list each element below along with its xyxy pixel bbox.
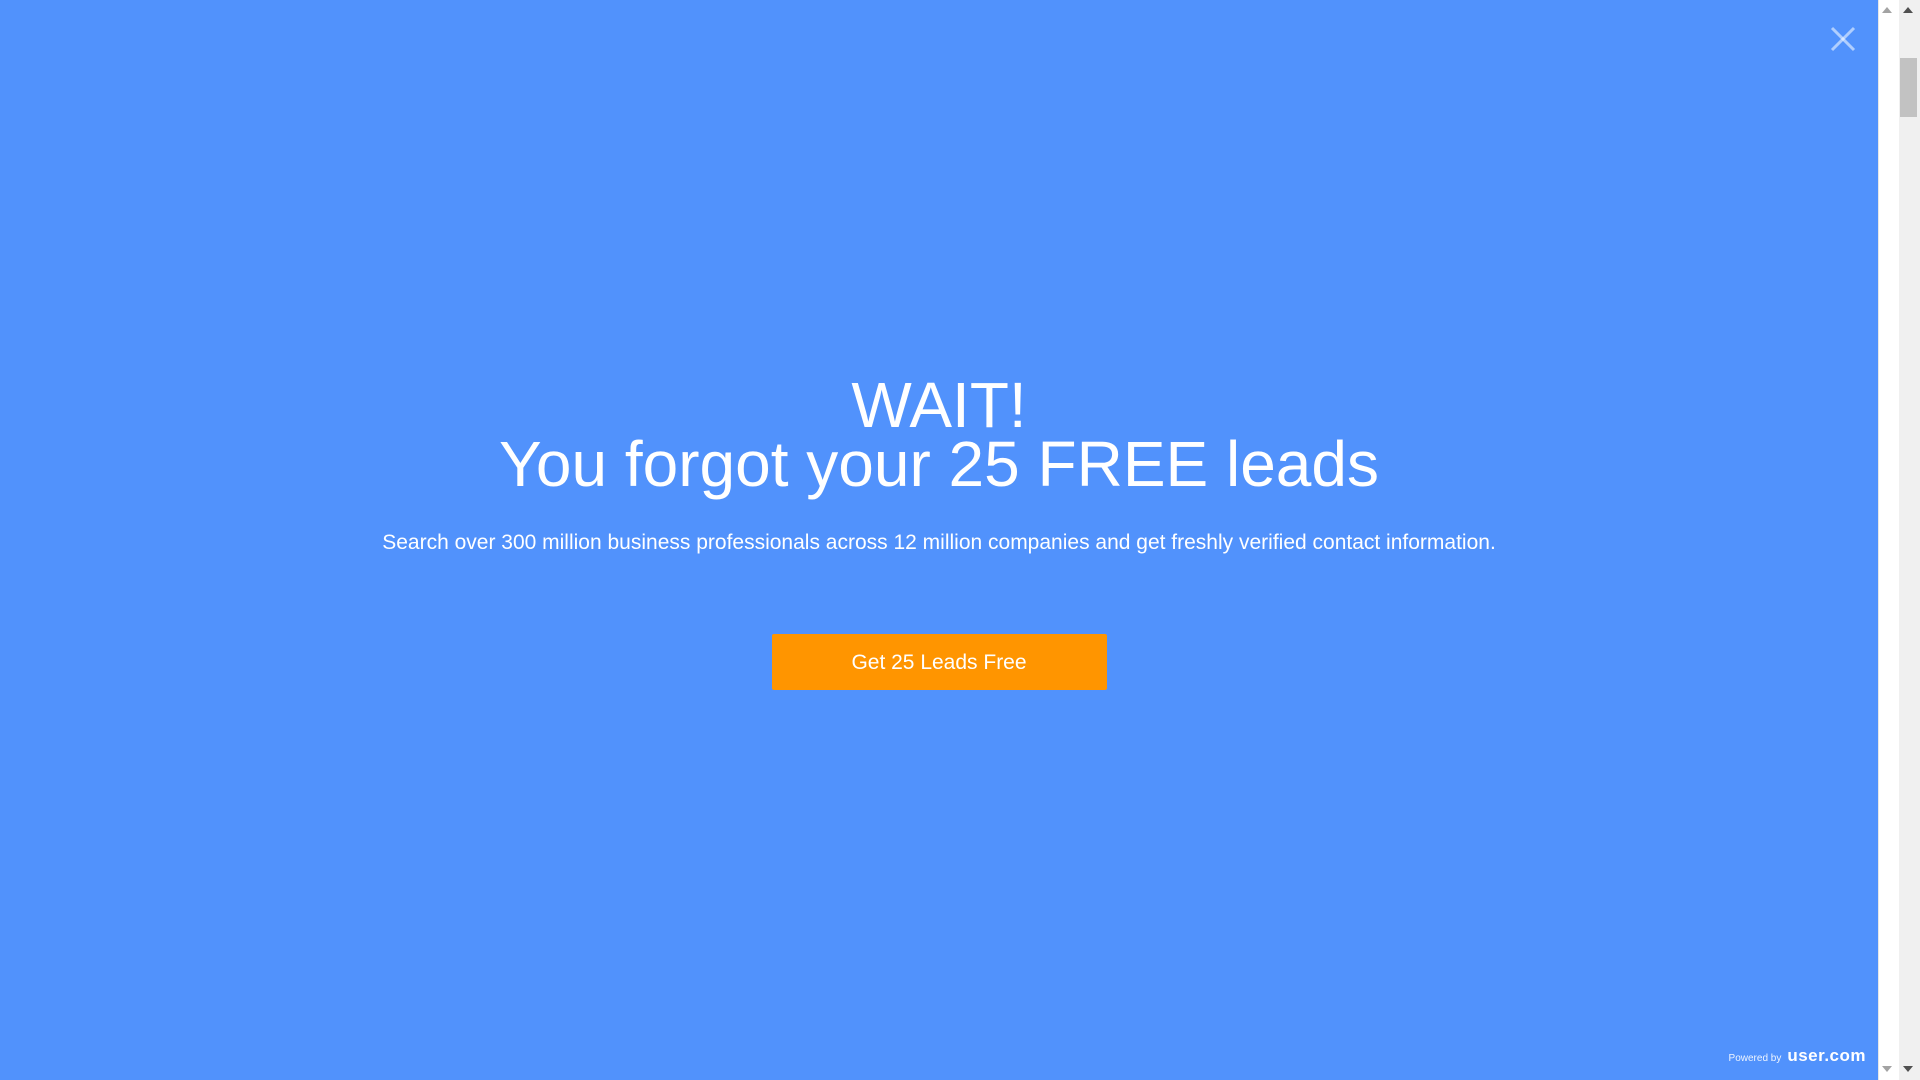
- exit-intent-overlay: WAIT! You forgot your 25 FREE leads Sear…: [0, 0, 1878, 1080]
- scroll-down-arrow-icon[interactable]: [1882, 1066, 1892, 1072]
- close-icon: [1830, 26, 1856, 52]
- scrollbar-thumb[interactable]: [1900, 58, 1917, 117]
- scroll-down-arrow-icon[interactable]: [1903, 1066, 1913, 1072]
- close-button[interactable]: [1826, 22, 1860, 56]
- headline-line-2: You forgot your 25 FREE leads: [499, 428, 1379, 500]
- user-com-logo: user.com: [1787, 1046, 1866, 1065]
- powered-by-label: Powered by: [1728, 1053, 1782, 1064]
- popup-description: Search over 300 million business profess…: [382, 531, 1496, 554]
- popup-content: WAIT! You forgot your 25 FREE leads Sear…: [0, 369, 1878, 690]
- scroll-up-arrow-icon[interactable]: [1903, 7, 1913, 13]
- scroll-up-arrow-icon[interactable]: [1882, 7, 1892, 13]
- inner-scroll-track: [1878, 0, 1899, 1080]
- headline-line-1: WAIT!: [851, 369, 1027, 441]
- get-leads-button[interactable]: Get 25 Leads Free: [771, 634, 1107, 690]
- popup-headline: WAIT! You forgot your 25 FREE leads: [0, 369, 1878, 500]
- powered-by-badge[interactable]: Powered by user.com: [1729, 1046, 1866, 1066]
